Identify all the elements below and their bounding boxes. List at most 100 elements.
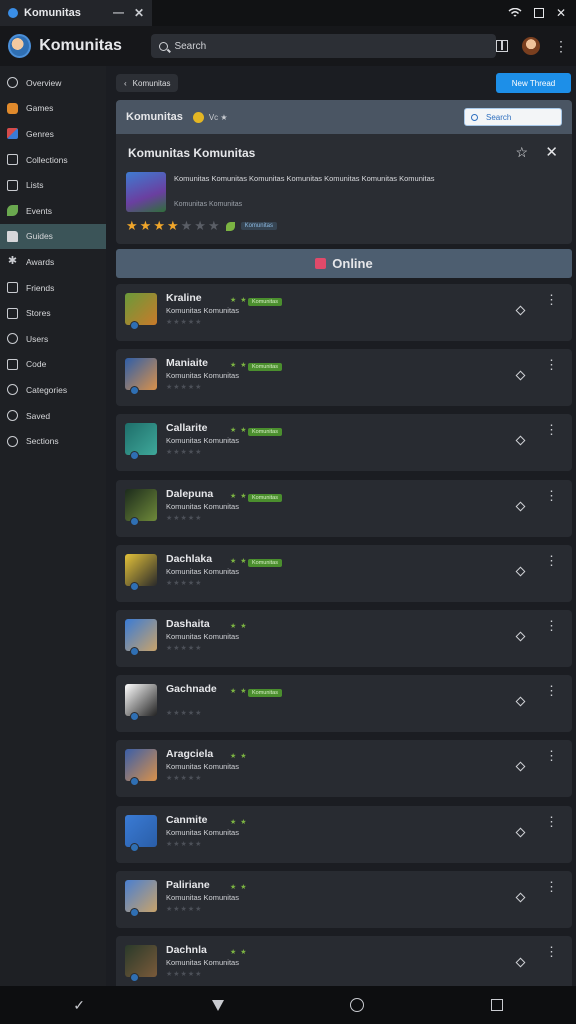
diamond-icon[interactable] <box>515 566 526 577</box>
list-item[interactable]: Aragciela Komunitas Komunitas ★★★★★ ★ ★ ⋮ <box>116 740 572 798</box>
list-item[interactable]: Dachnla Komunitas Komunitas ★★★★★ ★ ★ ⋮ <box>116 936 572 993</box>
clock-icon <box>7 77 18 89</box>
list-item[interactable]: Paliriane Komunitas Komunitas ★★★★★ ★ ★ ⋮ <box>116 870 572 928</box>
diamond-icon[interactable] <box>515 631 526 642</box>
item-green-stars: ★ ★ <box>230 492 248 500</box>
star-icon: ★ <box>207 218 220 233</box>
detail-description: Komunitas Komunitas Komunitas Komunitas … <box>174 174 435 183</box>
diamond-icon[interactable] <box>515 435 526 446</box>
item-menu-icon[interactable]: ⋮ <box>545 553 558 569</box>
favorite-star-icon[interactable]: ☆ <box>515 144 528 161</box>
diamond-icon[interactable] <box>515 370 526 381</box>
sidebar-item[interactable]: Stores <box>0 300 106 326</box>
item-menu-icon[interactable]: ⋮ <box>545 357 558 373</box>
close-icon[interactable]: ✕ <box>545 143 558 161</box>
list-item[interactable]: Callarite Komunitas Komunitas ★★★★★ ★ ★ Komu… <box>116 414 572 472</box>
list-item[interactable]: Dashaita Komunitas Komunitas ★★★★★ ★ ★ ⋮ <box>116 610 572 667</box>
gear-icon <box>7 384 18 396</box>
item-menu-icon[interactable]: ⋮ <box>545 618 558 634</box>
star-icon: ★ <box>194 218 206 233</box>
item-name: Dashaita <box>166 618 210 630</box>
wifi-icon <box>508 8 522 17</box>
search-input[interactable]: Search <box>151 34 497 58</box>
item-rating-stars: ★★★★★ <box>166 710 203 718</box>
diamond-icon[interactable] <box>515 696 526 707</box>
list-item[interactable]: Canmite Komunitas Komunitas ★★★★★ ★ ★ ⋮ <box>116 805 572 863</box>
sidebar-item[interactable]: Lists <box>0 172 106 198</box>
list-item[interactable]: Dachlaka Komunitas Komunitas ★★★★★ ★ ★ Komun… <box>116 544 572 602</box>
panel-search-input[interactable]: Search <box>464 108 562 126</box>
sidebar-item[interactable]: Genres <box>0 121 106 147</box>
folder-icon <box>7 230 18 242</box>
sidebar-item[interactable]: Code <box>0 352 106 378</box>
sidebar-item[interactable]: Events <box>0 198 106 224</box>
item-menu-icon[interactable]: ⋮ <box>545 292 558 308</box>
diamond-icon[interactable] <box>515 892 526 903</box>
sidebar-item-label: Events <box>26 205 52 216</box>
diamond-icon[interactable] <box>515 827 526 838</box>
item-menu-icon[interactable]: ⋮ <box>545 814 558 830</box>
item-menu-icon[interactable]: ⋮ <box>545 944 558 960</box>
diamond-icon[interactable] <box>515 957 526 968</box>
online-button[interactable]: Online <box>116 249 572 278</box>
sidebar-item-label: Collections <box>26 154 68 165</box>
list-item[interactable]: Maniaite Komunitas Komunitas ★★★★★ ★ ★ Komun… <box>116 349 572 407</box>
item-menu-icon[interactable]: ⋮ <box>545 422 558 438</box>
item-subtitle: Komunitas Komunitas <box>166 566 239 576</box>
panel-header: Komunitas Vc ★ Search <box>116 100 572 134</box>
nav-home-icon[interactable] <box>350 998 365 1012</box>
item-rating-stars: ★★★★★ <box>166 775 203 783</box>
more-menu-icon[interactable]: ⋮ <box>554 38 568 55</box>
back-button[interactable]: ‹ Komunitas <box>116 74 179 92</box>
sidebar-item[interactable]: Games <box>0 96 106 122</box>
rating-stars: ★ ★ ★ ★ ★ ★ ★ Komunitas <box>126 218 277 234</box>
leaf-icon <box>225 221 235 231</box>
item-tag: Komunitas <box>248 558 282 567</box>
list-item[interactable]: Kraline Komunitas Komunitas ★★★★★ ★ ★ Komuni… <box>116 284 572 341</box>
window-icon[interactable] <box>533 8 544 18</box>
sidebar-item[interactable]: Categories <box>0 377 106 403</box>
list-item[interactable]: Dalepuna Komunitas Komunitas ★★★★★ ★ ★ Komun… <box>116 479 572 537</box>
sidebar-item[interactable]: Guides <box>0 223 106 250</box>
item-rating-stars: ★★★★★ <box>166 579 203 587</box>
browser-tab[interactable]: Komunitas — ✕ <box>0 0 152 26</box>
sidebar-item[interactable]: ✱ Awards <box>0 249 106 275</box>
main-content: ‹ Komunitas New Thread Komunitas Vc ★ Se… <box>106 66 576 993</box>
item-menu-icon[interactable]: ⋮ <box>545 748 558 764</box>
sidebar-item-label: Sections <box>26 436 59 447</box>
sidebar-item[interactable]: Collections <box>0 147 106 173</box>
close-tab-icon[interactable]: ✕ <box>134 6 144 20</box>
minimize-icon[interactable]: — <box>113 7 124 19</box>
sidebar-item[interactable]: Sections <box>0 428 106 454</box>
layout-icon[interactable] <box>496 40 509 52</box>
avatar[interactable] <box>522 37 541 55</box>
nav-back-icon[interactable]: ✓ <box>73 997 85 1014</box>
nav-triangle-icon[interactable] <box>211 999 224 1011</box>
tab-favicon-icon <box>8 8 18 18</box>
diamond-icon[interactable] <box>515 501 526 512</box>
close-window-icon[interactable]: ✕ <box>556 6 566 20</box>
star-icon: ✱ <box>7 255 18 268</box>
item-rating-stars: ★★★★★ <box>166 905 203 913</box>
sidebar-item[interactable]: Overview <box>0 70 106 96</box>
diamond-icon[interactable] <box>515 761 526 772</box>
item-name: Dachnla <box>166 944 207 956</box>
nav-recents-icon[interactable] <box>490 999 503 1011</box>
sidebar-item[interactable]: Friends <box>0 275 106 301</box>
item-menu-icon[interactable]: ⋮ <box>545 879 558 895</box>
book-icon <box>7 154 18 166</box>
item-green-stars: ★ ★ <box>230 557 248 565</box>
sidebar-item-label: Categories <box>26 384 68 395</box>
item-menu-icon[interactable]: ⋮ <box>545 683 558 699</box>
item-thumbnail <box>125 684 157 722</box>
diamond-icon[interactable] <box>515 305 526 316</box>
item-menu-icon[interactable]: ⋮ <box>545 488 558 504</box>
item-subtitle: Komunitas Komunitas <box>166 501 239 511</box>
item-thumbnail <box>125 814 157 852</box>
app-header: Komunitas Search ⋮ <box>0 26 576 66</box>
list-item[interactable]: Gachnade ★★★★★ ★ ★ Komunitas ⋮ <box>116 675 572 733</box>
sidebar-item-label: Stores <box>26 308 51 319</box>
primary-action-button[interactable]: New Thread <box>496 73 571 93</box>
sidebar-item[interactable]: Users <box>0 326 106 352</box>
sidebar-item[interactable]: Saved <box>0 403 106 429</box>
